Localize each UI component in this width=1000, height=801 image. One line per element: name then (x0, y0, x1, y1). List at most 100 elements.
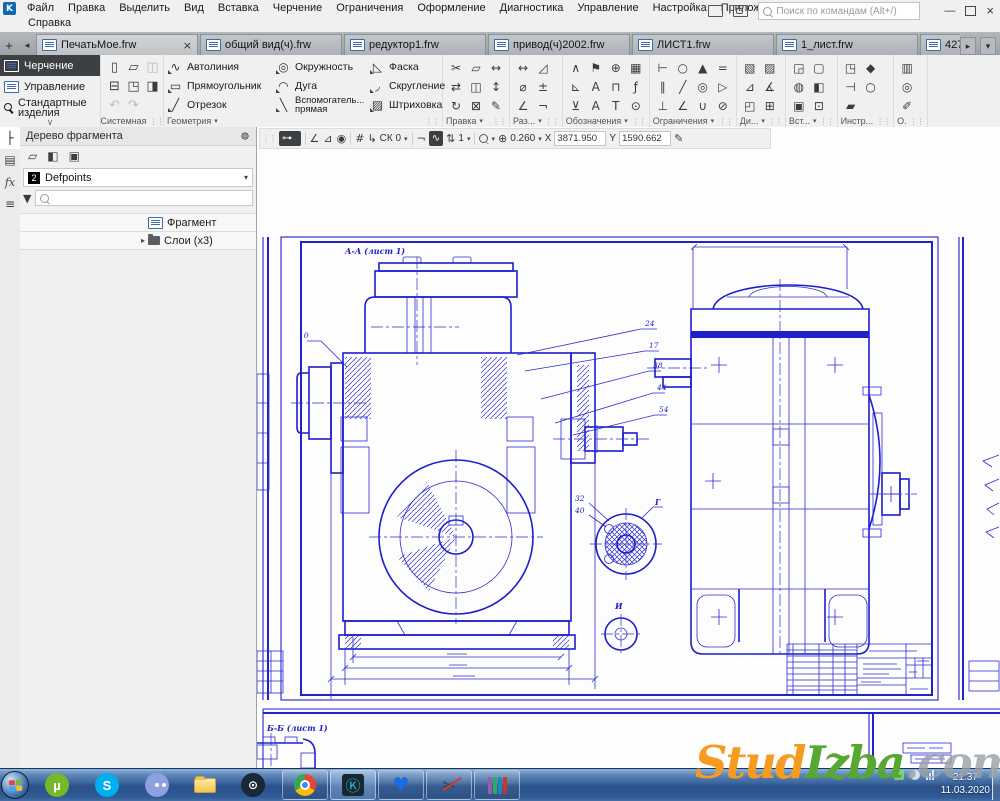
tree-node-fragment[interactable]: Фрагмент (20, 213, 256, 232)
tool-icon[interactable]: ▦ (626, 58, 646, 77)
tool-icon[interactable]: ∡ (760, 77, 780, 96)
tool-icon[interactable]: ◎ (897, 77, 917, 96)
tool-icon[interactable]: T (606, 96, 626, 115)
drawing-canvas[interactable]: ⋮⋮ ⊶▾ ∠⊿◉ # ↳ СК 0 ▾ ¬ ∿ ⇅ 1 ▾ ▾ ⊕ 0.260… (257, 127, 1000, 768)
tray-app-icon[interactable] (910, 770, 920, 780)
tool-icon[interactable]: ◰ (740, 96, 760, 115)
show-desktop-button[interactable] (992, 768, 1000, 800)
document-tab[interactable]: 427-03 рабочая обст... (920, 34, 960, 55)
tool-icon[interactable]: ⌀ (513, 77, 533, 96)
cursor-y-field[interactable]: 1590.662 (619, 131, 671, 146)
autoline-tool[interactable]: ∿Автолиния (168, 57, 276, 76)
zoom-value[interactable]: 0.260 (510, 133, 535, 144)
tool-icon[interactable]: ⊙ (626, 96, 646, 115)
tool-icon[interactable]: ∧ (566, 58, 586, 77)
segment-tool[interactable]: ╱Отрезок (168, 95, 276, 114)
tool-icon[interactable]: A (586, 96, 606, 115)
tool-icon[interactable]: ⇄ (446, 77, 466, 96)
menu-item[interactable]: Управление (570, 1, 645, 15)
tool-icon[interactable]: ◧ (809, 77, 829, 96)
tool-icon[interactable]: ✂ (446, 58, 466, 77)
taskbar-clock[interactable]: 21:37 11.03.2020 (941, 771, 990, 797)
panel-menu-strip-icon[interactable]: ≡ (0, 193, 20, 215)
print-icon[interactable]: ⊟ (105, 77, 124, 96)
tool-icon[interactable]: ∠ (673, 96, 693, 115)
document-tab[interactable]: ПечатьМое.frw× (36, 34, 198, 55)
cursor-x-field[interactable]: 3871.950 (554, 131, 606, 146)
tool-icon[interactable]: ▷ (713, 77, 733, 96)
tree-node-layers[interactable]: ▸ Слои (х3) (20, 232, 256, 250)
menu-item[interactable]: Диагностика (493, 1, 571, 15)
tool-icon[interactable]: ⊡ (809, 96, 829, 115)
instrument-set-2[interactable]: Управление (0, 76, 100, 97)
chevron-down-icon[interactable]: ▾ (404, 135, 408, 143)
menu-item[interactable]: Ограничения (329, 1, 410, 15)
tool-icon[interactable]: ¬ (533, 96, 553, 115)
steam-icon[interactable]: ⊙ (238, 770, 268, 800)
tool-icon[interactable]: ⊠ (466, 96, 486, 115)
tool-icon[interactable]: ◆ (861, 58, 881, 77)
tool-icon[interactable]: ⊘ (713, 96, 733, 115)
command-search-input[interactable]: Поиск по командам (Alt+/) (758, 2, 920, 20)
restore-button[interactable] (965, 6, 976, 16)
gear-icon[interactable]: ☸ (240, 130, 250, 143)
tool-icon[interactable]: ⊢ (653, 58, 673, 77)
hatch-tool[interactable]: ▨Штриховка (370, 95, 442, 114)
objects-view-icon[interactable]: ◧ (47, 149, 58, 163)
group-dropdown-icon[interactable]: ▾ (624, 117, 628, 125)
tool-icon[interactable]: ◿ (533, 58, 553, 77)
snaps-button[interactable]: ⊶▾ (279, 131, 301, 146)
layout-pane-icon[interactable] (708, 5, 723, 17)
fillet-tool[interactable]: ◞Скругление (370, 76, 442, 95)
drag-handle[interactable]: ⋮⋮ (262, 134, 276, 143)
chamfer-tool[interactable]: ◺Фаска (370, 57, 442, 76)
scroll-tabs-right-icon[interactable]: ▸ (960, 37, 976, 55)
snap-point-icon[interactable]: ◉ (337, 132, 347, 145)
close-button[interactable]: × (986, 5, 994, 17)
rasters-view-icon[interactable]: ▣ (69, 149, 80, 163)
snap-angle-icon[interactable]: ∠ (310, 132, 320, 145)
grid-icon[interactable]: # (355, 132, 364, 145)
tool-icon[interactable]: ⊞ (760, 96, 780, 115)
tool-icon[interactable]: ▧ (740, 58, 760, 77)
chevron-down-icon[interactable]: ▾ (467, 135, 471, 143)
menu-item[interactable]: Вид (177, 1, 211, 15)
group-dropdown-icon[interactable]: ▾ (711, 117, 715, 125)
menu-item[interactable]: Настройка (646, 1, 714, 15)
new-document-icon[interactable]: ▯ (105, 58, 124, 77)
snap-perpendicular-icon[interactable]: ⊿ (323, 132, 332, 145)
menu-item[interactable]: Правка (61, 1, 112, 15)
kompas-taskbar-button[interactable]: Ⓚ (330, 770, 376, 800)
chevron-down-icon[interactable]: ▾ (491, 135, 495, 143)
current-layer-value[interactable]: 1 (458, 133, 464, 144)
tool-icon[interactable]: ○ (861, 77, 881, 96)
network-icon[interactable] (926, 770, 934, 780)
layers-view-icon[interactable]: ▱ (28, 149, 37, 163)
tool-icon[interactable]: ⊻ (566, 96, 586, 115)
tool-icon[interactable]: ✐ (897, 96, 917, 115)
hidden-icons-arrow[interactable]: ▴ (884, 771, 888, 780)
variables-strip-icon[interactable]: fx (0, 171, 20, 193)
tool-icon[interactable]: ⊓ (606, 77, 626, 96)
tool-icon[interactable]: ▥ (897, 58, 917, 77)
ortho-mode-icon[interactable]: ¬ (417, 132, 426, 145)
tool-icon[interactable]: ∠ (513, 96, 533, 115)
pencil-icon[interactable]: ✎ (674, 132, 683, 145)
coordinate-system-value[interactable]: СК 0 (380, 133, 401, 144)
tool-icon[interactable]: = (713, 58, 733, 77)
snipping-taskbar-button[interactable]: ✂ (426, 770, 472, 800)
tree-panel-strip-icon[interactable]: ├ (0, 127, 20, 149)
tool-icon[interactable]: ↕ (486, 77, 506, 96)
tool-icon[interactable]: ◎ (693, 77, 713, 96)
winrar-taskbar-button[interactable] (474, 770, 520, 800)
arc-tool[interactable]: ◠Дуга (276, 76, 370, 95)
construction-line-tool[interactable]: ╲Вспомогатель...прямая (276, 95, 370, 114)
group-dropdown-icon[interactable]: ▾ (479, 117, 483, 125)
close-tab-icon[interactable]: × (183, 39, 192, 52)
menu-item[interactable]: Файл (20, 1, 61, 15)
tool-icon[interactable]: ▰ (841, 96, 861, 115)
tool-icon[interactable]: ⊾ (566, 77, 586, 96)
tool-icon[interactable]: ◫ (466, 77, 486, 96)
discord-icon[interactable] (142, 770, 172, 800)
tool-icon[interactable]: ƒ (626, 77, 646, 96)
